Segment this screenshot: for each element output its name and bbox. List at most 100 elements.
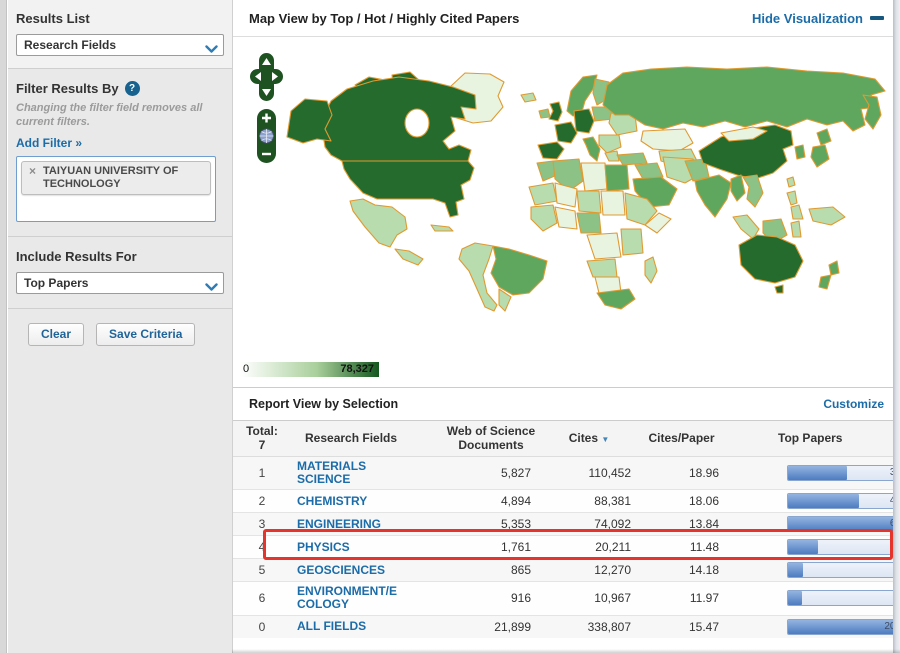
col-wos-documents: Web of Science Documents: [439, 420, 539, 457]
top-papers-bar: 9: [787, 562, 900, 579]
hide-visualization-label: Hide Visualization: [751, 10, 863, 26]
col-cites-sortable[interactable]: Cites ▼: [539, 420, 639, 457]
col-cites-per-paper: Cites/Paper: [639, 420, 724, 457]
table-row: 5 GEOSCIENCES 865 12,270 14.18 9: [233, 558, 900, 582]
table-row: 1 MATERIALS SCIENCE 5,827 110,452 18.96 …: [233, 455, 900, 490]
cites-cell: 338,807: [539, 614, 639, 638]
cites-per-paper-cell: 13.84: [639, 512, 724, 536]
clear-button[interactable]: Clear: [28, 322, 85, 346]
save-criteria-button[interactable]: Save Criteria: [96, 322, 196, 346]
wos-cell: 21,899: [439, 614, 539, 638]
rank-cell: 1: [233, 455, 291, 490]
cites-per-paper-cell: 14.18: [639, 558, 724, 582]
legend-max-value: 78,327: [340, 363, 374, 375]
customize-link[interactable]: Customize: [823, 397, 884, 411]
map-legend-gradient: 0 78,327: [241, 362, 379, 377]
cites-cell: 10,967: [539, 581, 639, 616]
report-view-header: Report View by Selection Customize: [233, 387, 900, 420]
wos-cell: 1,761: [439, 535, 539, 559]
filter-tag: × TAIYUAN UNIVERSITY OF TECHNOLOGY: [21, 160, 211, 195]
table-row: 2 CHEMISTRY 4,894 88,381 18.06 48: [233, 489, 900, 513]
filter-list-box[interactable]: × TAIYUAN UNIVERSITY OF TECHNOLOGY: [16, 155, 216, 222]
rank-cell: 5: [233, 558, 291, 582]
pan-control[interactable]: [250, 53, 283, 101]
cites-per-paper-cell: 18.06: [639, 489, 724, 513]
top-papers-value: 63: [889, 518, 900, 530]
top-papers-bar: 206: [787, 618, 900, 635]
results-list-dropdown-value: Research Fields: [24, 38, 117, 52]
report-view-title: Report View by Selection: [249, 397, 399, 411]
cites-per-paper-cell: 18.96: [639, 455, 724, 490]
chevron-down-icon[interactable]: [205, 41, 218, 59]
top-papers-bar: 48: [787, 493, 900, 510]
top-papers-bar: 19: [787, 539, 900, 556]
wos-cell: 5,353: [439, 512, 539, 536]
include-results-dropdown[interactable]: Top Papers: [16, 271, 224, 297]
include-results-heading: Include Results For: [16, 248, 137, 264]
top-papers-bar: 39: [787, 464, 900, 481]
zoom-control[interactable]: [257, 109, 276, 163]
chevron-down-icon[interactable]: [205, 279, 218, 297]
map-view-header: Map View by Top / Hot / Highly Cited Pap…: [233, 0, 900, 37]
cites-per-paper-cell: 11.48: [639, 535, 724, 559]
research-field-link[interactable]: GEOSCIENCES: [297, 563, 385, 577]
sort-desc-icon: ▼: [601, 435, 610, 445]
research-field-link[interactable]: ALL FIELDS: [297, 620, 366, 633]
wos-cell: 4,894: [439, 489, 539, 513]
wos-cell: 5,827: [439, 455, 539, 490]
top-papers-value: 9: [895, 564, 900, 575]
help-icon[interactable]: ?: [124, 81, 140, 96]
include-results-dropdown-value: Top Papers: [24, 275, 89, 290]
rank-cell: 0: [233, 614, 291, 638]
wos-cell: 916: [439, 581, 539, 616]
collapse-minus-icon: [870, 16, 884, 20]
top-papers-value: 206: [884, 620, 900, 632]
research-field-link[interactable]: PHYSICS: [297, 540, 350, 554]
filter-note: Changing the filter field removes all cu…: [16, 102, 203, 128]
map-pan-zoom-controls[interactable]: [249, 51, 285, 167]
map-area: 0 78,327: [233, 37, 900, 387]
hide-visualization-link[interactable]: Hide Visualization: [752, 11, 884, 26]
rank-cell: 6: [233, 581, 291, 616]
table-row: 0 ALL FIELDS 21,899 338,807 15.47 206: [233, 614, 900, 638]
collapsed-panel-strip[interactable]: [0, 0, 7, 653]
research-field-link[interactable]: ENGINEERING: [297, 517, 381, 531]
table-row: 3 ENGINEERING 5,353 74,092 13.84 63: [233, 512, 900, 536]
top-papers-value: 19: [889, 541, 900, 553]
col-total: Total: 7: [233, 420, 291, 457]
cites-cell: 74,092: [539, 512, 639, 536]
top-papers-value: 8: [895, 592, 900, 603]
research-field-link[interactable]: ENVIRONMENT/ECOLOGY: [297, 584, 403, 611]
esi-window: Results List Research Fields Filter Resu…: [0, 0, 900, 653]
map-countries: [286, 66, 886, 312]
filter-tag-label: TAIYUAN UNIVERSITY OF TECHNOLOGY: [43, 164, 179, 190]
results-list-section: Results List Research Fields: [8, 0, 232, 69]
rank-cell: 2: [233, 489, 291, 513]
table-header-row: Total: 7 Research Fields Web of Science D…: [233, 420, 900, 457]
research-field-link[interactable]: MATERIALS SCIENCE: [297, 459, 403, 486]
col-research-fields: Research Fields: [291, 420, 439, 457]
report-table: Total: 7 Research Fields Web of Science D…: [233, 420, 900, 638]
top-papers-value: 39: [889, 466, 900, 478]
rank-cell: 4: [233, 535, 291, 559]
cites-per-paper-cell: 15.47: [639, 614, 724, 638]
world-map-choropleth[interactable]: [247, 49, 895, 317]
table-row: 6 ENVIRONMENT/ECOLOGY 916 10,967 11.97 8: [233, 581, 900, 616]
results-list-dropdown[interactable]: Research Fields: [16, 34, 224, 56]
sidebar: Results List Research Fields Filter Resu…: [8, 0, 232, 653]
cites-cell: 110,452: [539, 455, 639, 490]
col-top-papers: Top Papers: [724, 420, 900, 457]
add-filter-link[interactable]: Add Filter »: [16, 136, 82, 150]
results-list-heading: Results List: [16, 11, 90, 26]
table-row-highlighted: 4 PHYSICS 1,761 20,211 11.48 19: [233, 535, 900, 559]
include-results-section: Include Results For Top Papers: [8, 237, 232, 309]
main-panel: Map View by Top / Hot / Highly Cited Pap…: [232, 0, 900, 653]
cites-cell: 12,270: [539, 558, 639, 582]
remove-filter-icon[interactable]: ×: [29, 164, 36, 178]
research-field-link[interactable]: CHEMISTRY: [297, 494, 367, 508]
wos-cell: 865: [439, 558, 539, 582]
top-papers-bar: 63: [787, 516, 900, 533]
legend-min-value: 0: [243, 363, 250, 375]
map-view-title: Map View by Top / Hot / Highly Cited Pap…: [249, 10, 520, 26]
cites-cell: 20,211: [539, 535, 639, 559]
